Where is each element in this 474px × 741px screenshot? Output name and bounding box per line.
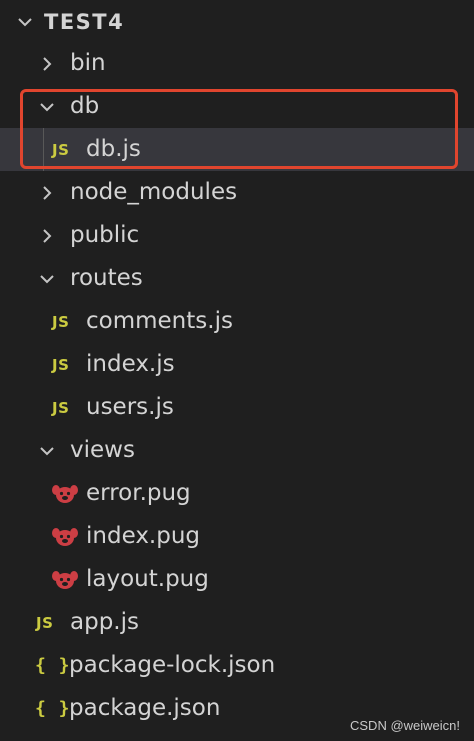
tree-file-users-js[interactable]: JS users.js bbox=[0, 386, 474, 429]
pug-icon bbox=[52, 526, 86, 548]
explorer-root-label: TEST4 bbox=[44, 9, 125, 34]
tree-item-label: layout.pug bbox=[86, 566, 209, 592]
tree-file-layout-pug[interactable]: layout.pug bbox=[0, 558, 474, 601]
tree-item-label: public bbox=[70, 222, 140, 248]
json-file-icon: { } bbox=[35, 655, 71, 676]
js-file-icon: JS bbox=[36, 613, 54, 632]
chevron-down-icon bbox=[38, 270, 56, 288]
pug-icon bbox=[52, 569, 86, 591]
tree-folder-views[interactable]: views bbox=[0, 429, 474, 472]
js-file-icon: JS bbox=[52, 398, 70, 417]
tree-item-label: package.json bbox=[69, 695, 221, 721]
tree-folder-routes[interactable]: routes bbox=[0, 257, 474, 300]
tree-item-label: users.js bbox=[86, 394, 174, 420]
tree-item-label: index.js bbox=[86, 351, 175, 377]
chevron-down-icon bbox=[38, 442, 56, 460]
explorer-root-folder[interactable]: TEST4 bbox=[0, 0, 474, 43]
tree-folder-node-modules[interactable]: node_modules bbox=[0, 171, 474, 214]
chevron-right-icon bbox=[38, 184, 56, 202]
watermark-text: CSDN @weiweicn! bbox=[350, 718, 460, 733]
tree-item-label: error.pug bbox=[86, 480, 191, 506]
chevron-right-icon bbox=[38, 55, 56, 73]
annotation-highlight-box bbox=[20, 89, 458, 169]
tree-item-label: routes bbox=[70, 265, 143, 291]
tree-file-error-pug[interactable]: error.pug bbox=[0, 472, 474, 515]
tree-item-label: app.js bbox=[70, 609, 139, 635]
tree-file-package-lock-json[interactable]: { } package-lock.json bbox=[0, 644, 474, 687]
js-file-icon: JS bbox=[52, 355, 70, 374]
tree-item-label: package-lock.json bbox=[69, 652, 276, 678]
tree-file-comments-js[interactable]: JS comments.js bbox=[0, 300, 474, 343]
file-explorer: TEST4 bin db JS db.js node_modules publi… bbox=[0, 0, 474, 741]
tree-item-label: bin bbox=[70, 50, 106, 76]
chevron-right-icon bbox=[38, 227, 56, 245]
chevron-down-icon bbox=[16, 13, 34, 31]
tree-item-label: views bbox=[70, 437, 135, 463]
tree-folder-bin[interactable]: bin bbox=[0, 42, 474, 85]
js-file-icon: JS bbox=[52, 312, 70, 331]
json-file-icon: { } bbox=[35, 698, 71, 719]
tree-file-app-js[interactable]: JS app.js bbox=[0, 601, 474, 644]
tree-item-label: index.pug bbox=[86, 523, 201, 549]
tree-folder-public[interactable]: public bbox=[0, 214, 474, 257]
tree-item-label: node_modules bbox=[70, 179, 238, 205]
tree-file-index-pug[interactable]: index.pug bbox=[0, 515, 474, 558]
tree-item-label: comments.js bbox=[86, 308, 233, 334]
pug-icon bbox=[52, 483, 86, 505]
tree-file-index-js[interactable]: JS index.js bbox=[0, 343, 474, 386]
